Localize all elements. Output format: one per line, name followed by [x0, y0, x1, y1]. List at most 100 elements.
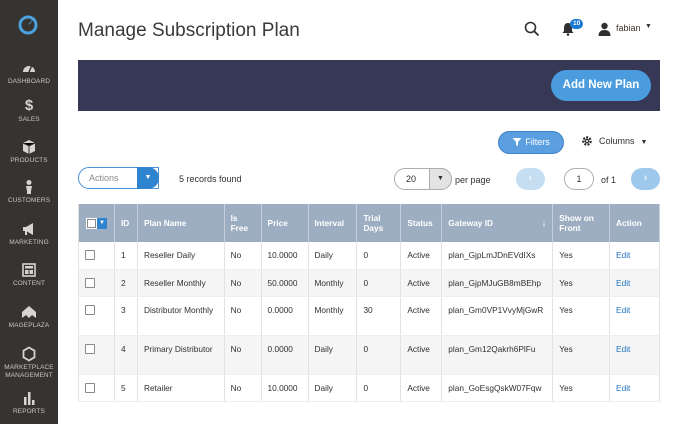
- cell-trial-days: 0: [356, 374, 402, 402]
- chevron-left-icon: ‹: [528, 172, 533, 184]
- cell-is-free: No: [224, 242, 262, 270]
- cell-id: 4: [114, 335, 138, 375]
- cell-plan-name: Primary Distributor: [137, 335, 225, 375]
- cell-plan-name: Reseller Monthly: [137, 269, 225, 297]
- dollar-icon: $: [24, 97, 34, 114]
- account-username[interactable]: fabian: [616, 23, 641, 33]
- admin-sidebar: DASHBOARD $ SALES PRODUCTS CUSTOMERS MAR…: [0, 0, 58, 424]
- previous-page-button[interactable]: ‹: [516, 168, 545, 190]
- next-page-button[interactable]: ›: [631, 168, 660, 190]
- total-pages-label: of 1: [601, 175, 617, 185]
- row-checkbox[interactable]: [85, 382, 95, 393]
- cell-price: 0.0000: [261, 335, 309, 375]
- row-checkbox[interactable]: [85, 343, 95, 354]
- row-checkbox[interactable]: [85, 250, 95, 260]
- magento-logo-icon[interactable]: [16, 12, 40, 36]
- column-header-plan-name[interactable]: Plan Name: [137, 204, 225, 242]
- column-header-label: Gateway ID: [448, 218, 494, 228]
- chevron-down-icon[interactable]: ▼: [97, 217, 107, 229]
- chevron-down-icon[interactable]: ▼: [429, 168, 452, 190]
- cell-is-free: No: [224, 296, 262, 336]
- chevron-down-icon[interactable]: ▼: [645, 23, 652, 30]
- edit-link[interactable]: Edit: [616, 383, 630, 393]
- cell-id: 2: [114, 269, 138, 297]
- cell-show-on-front: Yes: [552, 335, 611, 375]
- sidebar-item-mageplaza[interactable]: MAGEPLAZA: [0, 304, 58, 330]
- chevron-down-icon[interactable]: ▼: [137, 167, 159, 189]
- column-header-show-on-front[interactable]: Show on Front: [552, 204, 611, 242]
- bar-chart-icon: [24, 392, 35, 405]
- sidebar-item-label: PRODUCTS: [10, 157, 48, 164]
- cell-interval: Monthly: [308, 296, 358, 336]
- subscription-plans-table: ▼ ID Plan Name Is Free Price Interval Tr…: [78, 204, 660, 402]
- column-header-action: Action: [609, 204, 660, 242]
- cell-is-free: No: [224, 374, 262, 402]
- sidebar-item-reports[interactable]: REPORTS: [0, 390, 58, 416]
- sidebar-item-label: DASHBOARD: [7, 78, 51, 85]
- row-checkbox[interactable]: [85, 277, 95, 288]
- select-all-control[interactable]: ▼: [78, 204, 115, 242]
- gear-icon: [582, 136, 592, 146]
- cell-trial-days: 0: [356, 269, 402, 297]
- cell-plan-name: Distributor Monthly: [137, 296, 225, 336]
- cell-show-on-front: Yes: [552, 374, 611, 402]
- cell-price: 50.0000: [261, 269, 309, 297]
- column-header-id[interactable]: ID: [114, 204, 138, 242]
- cell-plan-name: Reseller Daily: [137, 242, 225, 270]
- cell-status: Active: [400, 335, 443, 375]
- filters-button[interactable]: Filters: [498, 131, 564, 154]
- cell-status: Active: [400, 374, 443, 402]
- cell-gateway-id: plan_GjpLmJDnEVdIXs: [441, 242, 554, 270]
- cell-gateway-id: plan_GjpMJuGB8mBEhp: [441, 269, 554, 297]
- sidebar-item-products[interactable]: PRODUCTS: [0, 139, 58, 165]
- column-header-is-free[interactable]: Is Free: [224, 204, 262, 242]
- sidebar-item-label: REPORTS: [12, 408, 45, 415]
- cell-show-on-front: Yes: [552, 269, 611, 297]
- edit-link[interactable]: Edit: [616, 305, 630, 315]
- megaphone-icon: [23, 223, 33, 235]
- mageplaza-icon: [22, 306, 36, 318]
- table-header-row: ▼ ID Plan Name Is Free Price Interval Tr…: [78, 204, 660, 242]
- sidebar-item-marketing[interactable]: MARKETING: [0, 221, 58, 247]
- page-title: Manage Subscription Plan: [78, 20, 300, 41]
- cell-id: 5: [114, 374, 138, 402]
- sidebar-item-content[interactable]: CONTENT: [0, 262, 58, 288]
- cell-plan-name: Retailer: [137, 374, 225, 402]
- chevron-down-icon: ▼: [640, 139, 648, 146]
- sidebar-item-customers[interactable]: CUSTOMERS: [0, 179, 58, 205]
- sidebar-item-sales[interactable]: $ SALES: [0, 98, 58, 124]
- table-row: 5 Retailer No 10.0000 Daily 0 Active pla…: [78, 374, 660, 402]
- columns-label: Columns: [599, 136, 635, 146]
- search-icon[interactable]: [524, 21, 540, 37]
- edit-link[interactable]: Edit: [616, 344, 630, 354]
- cell-trial-days: 0: [356, 242, 402, 270]
- column-header-status[interactable]: Status: [400, 204, 443, 242]
- edit-link[interactable]: Edit: [616, 250, 630, 260]
- hexagon-icon: [22, 346, 36, 362]
- cell-is-free: No: [224, 335, 262, 375]
- cell-interval: Daily: [308, 335, 358, 375]
- row-checkbox[interactable]: [85, 304, 95, 315]
- sidebar-item-label: MARKETING: [9, 239, 49, 246]
- sidebar-item-dashboard[interactable]: DASHBOARD: [0, 60, 58, 86]
- column-header-gateway-id[interactable]: Gateway ID ↓: [441, 204, 554, 242]
- column-header-price[interactable]: Price: [261, 204, 309, 242]
- column-header-interval[interactable]: Interval: [308, 204, 358, 242]
- add-new-plan-button[interactable]: Add New Plan: [551, 70, 651, 101]
- column-header-trial-days[interactable]: Trial Days: [356, 204, 402, 242]
- sidebar-item-marketplace-management[interactable]: MARKETPLACE MANAGEMENT: [0, 346, 58, 380]
- cell-gateway-id: plan_Gm0VP1VvyMjGwR: [441, 296, 554, 336]
- table-row: 3 Distributor Monthly No 0.0000 Monthly …: [78, 296, 660, 336]
- records-found-count: 5 records found: [179, 174, 242, 184]
- sidebar-item-label: MAGEPLAZA: [8, 322, 50, 329]
- select-all-checkbox[interactable]: [87, 218, 96, 228]
- table-row: 1 Reseller Daily No 10.0000 Daily 0 Acti…: [78, 242, 660, 270]
- cell-trial-days: 0: [356, 335, 402, 375]
- user-icon[interactable]: [598, 22, 611, 36]
- page-number-input[interactable]: 1: [564, 168, 594, 190]
- sidebar-item-label: CUSTOMERS: [7, 197, 51, 204]
- dashboard-icon: [23, 64, 35, 73]
- columns-control[interactable]: Columns ▼: [581, 135, 647, 147]
- edit-link[interactable]: Edit: [616, 278, 630, 288]
- person-icon: [26, 180, 32, 194]
